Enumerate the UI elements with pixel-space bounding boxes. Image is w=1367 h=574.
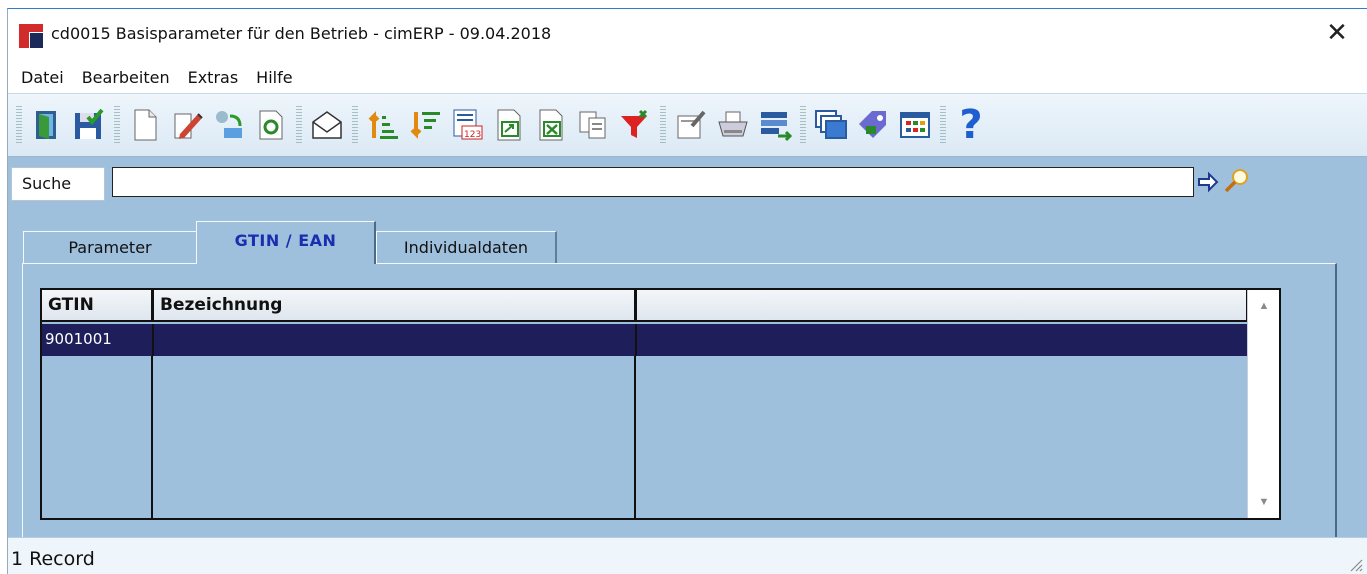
- cimerp-logo-icon: [19, 24, 43, 48]
- title-bar: cd0015 Basisparameter für den Betrieb - …: [8, 9, 1367, 61]
- export-icon[interactable]: [490, 105, 528, 145]
- resize-grip-icon[interactable]: [1347, 556, 1363, 572]
- tag-icon[interactable]: [854, 105, 892, 145]
- cell-empty[interactable]: [637, 324, 1249, 356]
- gtin-grid[interactable]: GTIN Bezeichnung 9001001 ▲ ▼: [40, 288, 1281, 520]
- edit-pencil-icon[interactable]: [168, 105, 206, 145]
- table-row[interactable]: 9001001: [42, 324, 1249, 356]
- toolbar-separator: [16, 106, 22, 144]
- cell-bezeichnung[interactable]: [154, 324, 637, 356]
- help-icon[interactable]: ?: [952, 105, 990, 145]
- vertical-scrollbar[interactable]: ▲ ▼: [1247, 290, 1279, 518]
- menu-bearbeiten[interactable]: Bearbeiten: [73, 68, 179, 87]
- toolbar-separator: [940, 106, 946, 144]
- window-title: cd0015 Basisparameter für den Betrieb - …: [51, 24, 552, 43]
- search-input[interactable]: [112, 167, 1194, 197]
- search-bar: Suche: [8, 157, 1367, 211]
- windows-icon[interactable]: [812, 105, 850, 145]
- toolbar-separator: [296, 106, 302, 144]
- toolbar-separator: [114, 106, 120, 144]
- envelope-icon[interactable]: [308, 105, 346, 145]
- grid-column-line: [151, 356, 153, 518]
- help-glyph: ?: [959, 102, 983, 148]
- tab-gtin-ean[interactable]: GTIN / EAN: [196, 221, 376, 264]
- duplicate-icon[interactable]: [574, 105, 612, 145]
- number-format-icon[interactable]: 123: [448, 105, 486, 145]
- new-document-icon[interactable]: [126, 105, 164, 145]
- column-header-empty[interactable]: [637, 290, 1249, 322]
- properties-icon[interactable]: [672, 105, 710, 145]
- excel-export-icon[interactable]: [532, 105, 570, 145]
- toolbar: 123 ?: [8, 93, 1367, 157]
- table-grid-icon[interactable]: [896, 105, 934, 145]
- scroll-up-icon[interactable]: ▲: [1248, 290, 1279, 322]
- magnifier-icon[interactable]: [1223, 167, 1251, 195]
- toolbar-separator: [800, 106, 806, 144]
- copy-transfer-icon[interactable]: [210, 105, 248, 145]
- status-bar: 1 Record: [8, 537, 1367, 574]
- column-header-gtin[interactable]: GTIN: [42, 290, 154, 322]
- menu-bar: Datei Bearbeiten Extras Hilfe: [8, 61, 1367, 93]
- grid-header: GTIN Bezeichnung: [42, 290, 1249, 322]
- printer-icon[interactable]: [714, 105, 752, 145]
- svg-text:123: 123: [464, 130, 481, 140]
- close-button[interactable]: ✕: [1317, 17, 1357, 51]
- column-header-bezeichnung[interactable]: Bezeichnung: [154, 290, 637, 322]
- app-window: cd0015 Basisparameter für den Betrieb - …: [7, 8, 1367, 574]
- main-panel: Parameter GTIN / EAN Individualdaten GTI…: [8, 211, 1367, 538]
- menu-hilfe[interactable]: Hilfe: [247, 68, 301, 87]
- search-label: Suche: [11, 167, 105, 201]
- refresh-icon[interactable]: [252, 105, 290, 145]
- record-count: 1 Record: [11, 548, 95, 570]
- list-transfer-icon[interactable]: [756, 105, 794, 145]
- exit-door-icon[interactable]: [28, 105, 66, 145]
- scroll-down-icon[interactable]: ▼: [1248, 486, 1279, 518]
- menu-datei[interactable]: Datei: [12, 68, 73, 87]
- menu-extras[interactable]: Extras: [179, 68, 248, 87]
- grid-column-line: [634, 356, 636, 518]
- tab-panel: GTIN Bezeichnung 9001001 ▲ ▼: [22, 263, 1337, 538]
- toolbar-separator: [352, 106, 358, 144]
- tab-parameter[interactable]: Parameter: [23, 231, 196, 264]
- sort-descending-icon[interactable]: [406, 105, 444, 145]
- tab-individualdaten[interactable]: Individualdaten: [376, 231, 557, 264]
- save-icon[interactable]: [70, 105, 108, 145]
- arrow-right-icon[interactable]: [1197, 171, 1219, 193]
- sort-ascending-icon[interactable]: [364, 105, 402, 145]
- filter-funnel-icon[interactable]: [616, 105, 654, 145]
- cell-gtin[interactable]: 9001001: [42, 324, 154, 356]
- tab-strip: Parameter GTIN / EAN Individualdaten: [23, 221, 557, 264]
- toolbar-separator: [660, 106, 666, 144]
